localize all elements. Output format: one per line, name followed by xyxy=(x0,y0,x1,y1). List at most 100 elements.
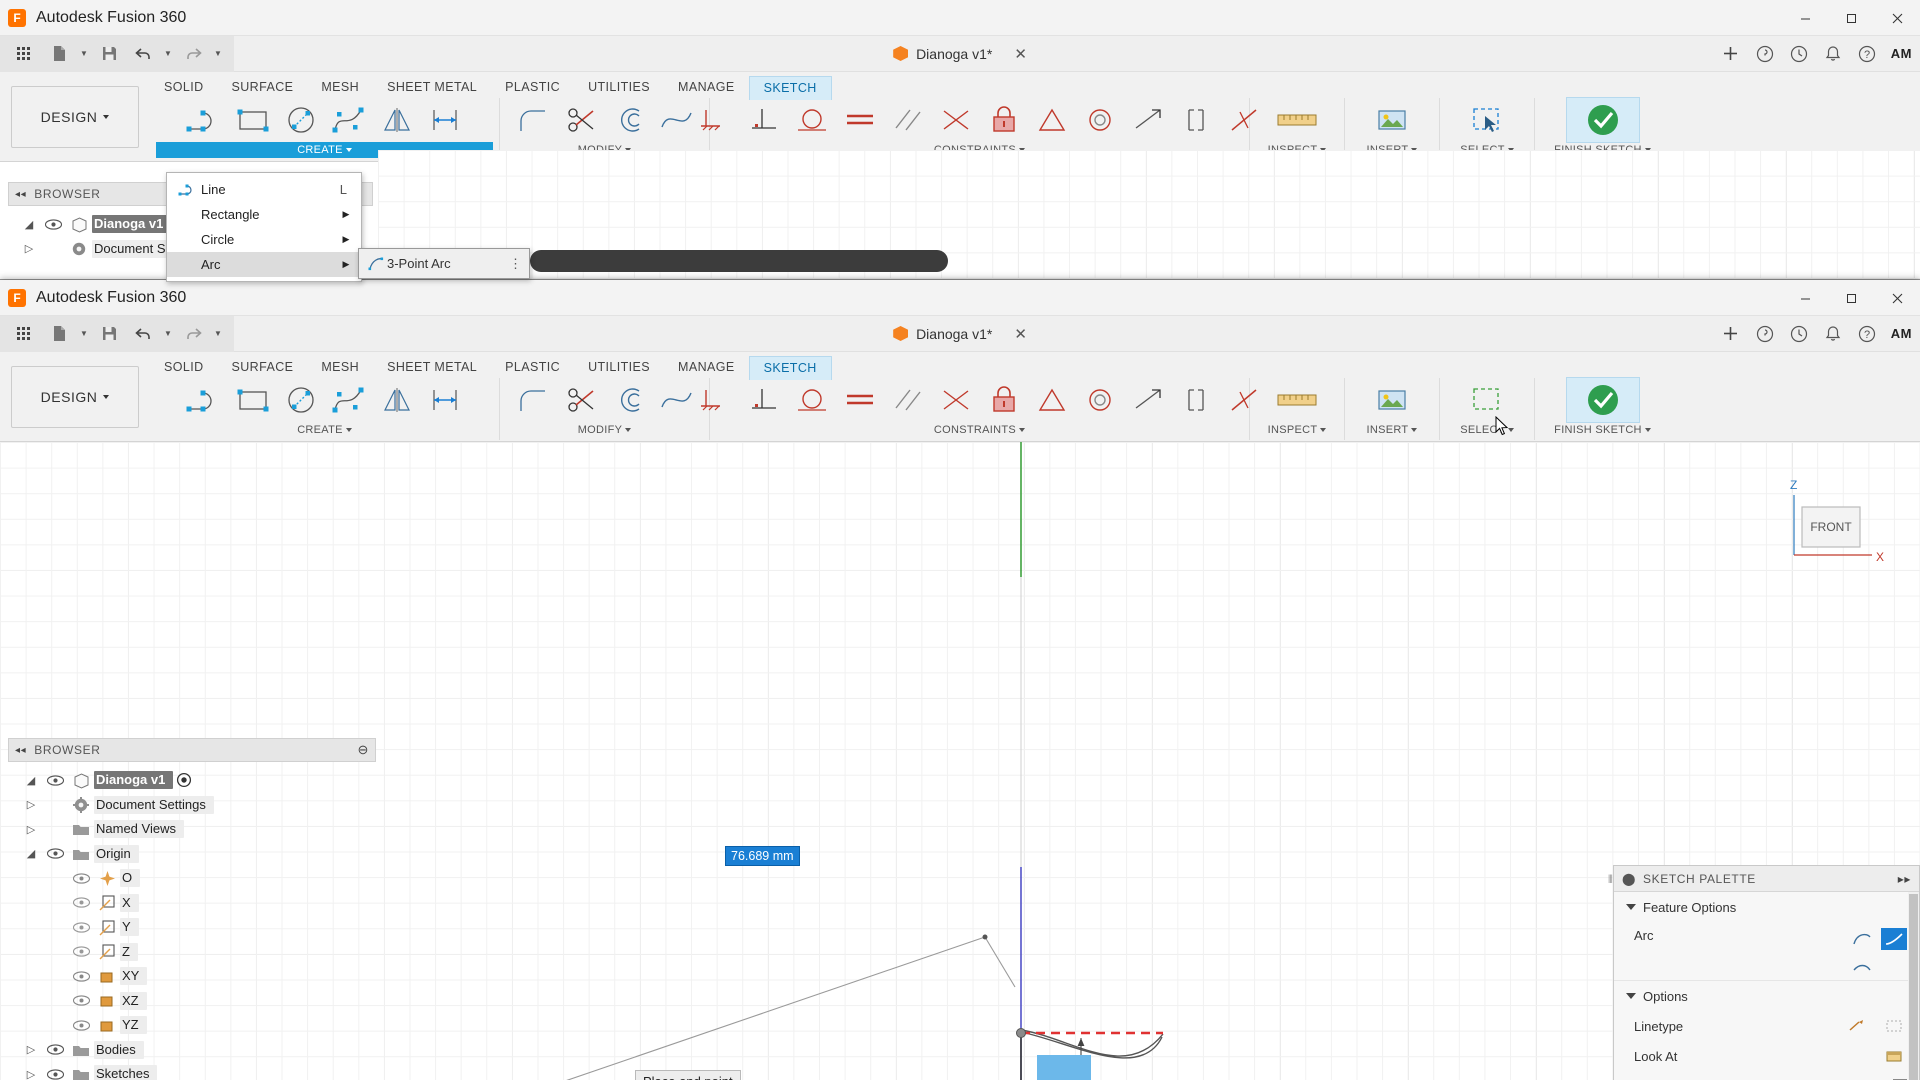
tab-sketch[interactable]: SKETCH xyxy=(749,76,832,100)
eye-icon[interactable] xyxy=(42,1069,68,1080)
finish-tools-bottom[interactable] xyxy=(1566,378,1640,422)
mirror-tool-icon[interactable] xyxy=(374,379,420,421)
ribbon-tabs-top[interactable]: SOLID SURFACE MESH SHEET METAL PLASTIC U… xyxy=(150,76,832,100)
arc-3point-button[interactable] xyxy=(1849,928,1875,950)
spline-tool-icon[interactable] xyxy=(326,379,372,421)
twisty-expanded-icon[interactable]: ◢ xyxy=(20,847,42,860)
constraints-tools-top[interactable] xyxy=(693,98,1267,142)
tab-surface[interactable]: SURFACE xyxy=(218,356,308,380)
document-tab-bottom[interactable]: Dianoga v1* ✕ xyxy=(893,325,1027,343)
line-tool-icon[interactable] xyxy=(182,99,228,141)
rectangle-tool-icon[interactable] xyxy=(230,99,276,141)
help-question-icon[interactable]: ? xyxy=(1857,44,1877,64)
symmetry-constraint-icon[interactable] xyxy=(1029,99,1075,141)
workspace-switcher-box-bottom[interactable]: DESIGN xyxy=(0,352,150,441)
tab-utilities[interactable]: UTILITIES xyxy=(574,76,664,100)
add-tab-icon[interactable] xyxy=(1721,44,1741,64)
new-file-icon[interactable] xyxy=(44,320,74,348)
minimize-button[interactable] xyxy=(1782,280,1828,316)
create-tools-bottom[interactable] xyxy=(182,378,468,422)
linetype-construction-button[interactable] xyxy=(1881,1015,1907,1037)
browser-header-bottom[interactable]: ◂◂ BROWSER ⊖ xyxy=(8,738,376,762)
panel-label-inspect-bottom[interactable]: INSPECT xyxy=(1268,422,1327,438)
tree-row-dianoga[interactable]: ◢ Dianoga v1 xyxy=(20,768,380,793)
finish-tools-top[interactable] xyxy=(1566,98,1640,142)
sketch-palette-header[interactable]: ⬤ SKETCH PALETTE ▸▸ xyxy=(1614,866,1919,892)
tab-mesh[interactable]: MESH xyxy=(307,76,373,100)
save-icon[interactable] xyxy=(94,40,124,68)
browser-tree-bottom[interactable]: ◢ Dianoga v1 ▷ Document Settings ▷ Named… xyxy=(20,768,380,1080)
tab-manage[interactable]: MANAGE xyxy=(664,76,749,100)
qab-left-group[interactable]: ▼ ▼ ▼ xyxy=(0,36,234,72)
notification-bell-icon[interactable] xyxy=(1823,324,1843,344)
twisty-collapsed-icon[interactable]: ▷ xyxy=(20,1043,42,1056)
curvature-constraint-icon[interactable] xyxy=(1173,379,1219,421)
perpendicular-constraint-icon[interactable] xyxy=(741,379,787,421)
active-window[interactable]: Autodesk Fusion 360 xyxy=(0,280,1920,1080)
symmetry-constraint-icon[interactable] xyxy=(1029,379,1075,421)
eye-icon[interactable] xyxy=(40,219,66,230)
panel-label-finish-sketch-bottom[interactable]: FINISH SKETCH xyxy=(1554,422,1651,438)
collinear-constraint-icon[interactable] xyxy=(1125,99,1171,141)
perpendicular-constraint-icon[interactable] xyxy=(741,99,787,141)
submenu-item-3-point-arc[interactable]: 3-Point Arc ⋮ xyxy=(359,251,529,276)
qab-left-group-bottom[interactable]: ▼ ▼ ▼ xyxy=(0,316,234,352)
redo-caret-icon[interactable]: ▼ xyxy=(212,40,224,68)
equal-constraint-icon[interactable] xyxy=(837,379,883,421)
undo-icon[interactable] xyxy=(128,320,158,348)
redo-icon[interactable] xyxy=(178,40,208,68)
modify-tools-bottom[interactable] xyxy=(510,378,700,422)
overflow-menu-icon[interactable]: ⋮ xyxy=(509,256,523,272)
tree-row-origin-z[interactable]: Z xyxy=(20,940,380,965)
tab-solid[interactable]: SOLID xyxy=(150,76,218,100)
undo-icon[interactable] xyxy=(128,40,158,68)
menu-item-line[interactable]: Line L xyxy=(167,177,361,202)
eye-icon[interactable] xyxy=(68,873,94,884)
eye-icon[interactable] xyxy=(68,897,94,908)
panel-label-modify-bottom[interactable]: MODIFY xyxy=(578,422,632,438)
window-controls-bottom[interactable] xyxy=(1782,280,1920,316)
help-circle-icon[interactable] xyxy=(1755,44,1775,64)
inspect-tools-bottom[interactable] xyxy=(1274,378,1320,422)
help-question-icon[interactable]: ? xyxy=(1857,324,1877,344)
insert-tools-top[interactable] xyxy=(1369,98,1415,142)
panel-label-insert-bottom[interactable]: INSERT xyxy=(1367,422,1418,438)
eye-icon[interactable] xyxy=(68,971,94,982)
tree-row-origin-x[interactable]: X xyxy=(20,891,380,916)
redo-icon[interactable] xyxy=(178,320,208,348)
circle-tool-icon[interactable] xyxy=(278,99,324,141)
lock-constraint-icon[interactable] xyxy=(981,379,1027,421)
select-tool-icon[interactable] xyxy=(1464,379,1510,421)
mirror-tool-icon[interactable] xyxy=(374,99,420,141)
document-tab-close-icon[interactable]: ✕ xyxy=(1014,45,1027,63)
linetype-normal-button[interactable] xyxy=(1845,1015,1871,1037)
palette-expand-icon[interactable]: ▸▸ xyxy=(1898,872,1911,886)
save-icon[interactable] xyxy=(94,320,124,348)
tab-manage[interactable]: MANAGE xyxy=(664,356,749,380)
constraints-tools-bottom[interactable] xyxy=(693,378,1267,422)
view-cube[interactable]: Z X FRONT xyxy=(1780,477,1900,590)
tree-row-origin[interactable]: ◢ Origin xyxy=(20,842,380,867)
workspace-switcher-box[interactable]: DESIGN xyxy=(0,72,150,161)
eye-icon[interactable] xyxy=(42,848,68,859)
tree-row-named-views[interactable]: ▷ Named Views xyxy=(20,817,380,842)
fix-constraint-icon[interactable] xyxy=(693,379,739,421)
linetype-buttons[interactable] xyxy=(1845,1015,1907,1037)
browser-minimize-icon[interactable]: ⊖ xyxy=(358,742,370,758)
eye-icon[interactable] xyxy=(42,775,68,786)
twisty-expanded-icon[interactable]: ◢ xyxy=(18,218,40,231)
user-avatar-bottom[interactable]: AM xyxy=(1891,326,1912,341)
dimension-input-box[interactable]: 76.689 mm xyxy=(725,846,800,866)
menu-item-circle[interactable]: Circle ▶ xyxy=(167,227,361,252)
quick-access-bar-bottom[interactable]: ▼ ▼ ▼ Dianoga v1* ✕ xyxy=(0,316,1920,352)
midpoint-constraint-icon[interactable] xyxy=(933,99,979,141)
notification-bell-icon[interactable] xyxy=(1823,44,1843,64)
palette-scrollbar[interactable] xyxy=(1908,892,1919,1080)
workspace-design-button-bottom[interactable]: DESIGN xyxy=(11,366,139,428)
section-header-options[interactable]: Options xyxy=(1614,981,1919,1011)
eye-icon[interactable] xyxy=(68,946,94,957)
fix-constraint-icon[interactable] xyxy=(693,99,739,141)
arc-tangent-button[interactable] xyxy=(1881,928,1907,950)
rectangle-tool-icon[interactable] xyxy=(230,379,276,421)
tree-row-sketches[interactable]: ▷ Sketches xyxy=(20,1062,380,1080)
